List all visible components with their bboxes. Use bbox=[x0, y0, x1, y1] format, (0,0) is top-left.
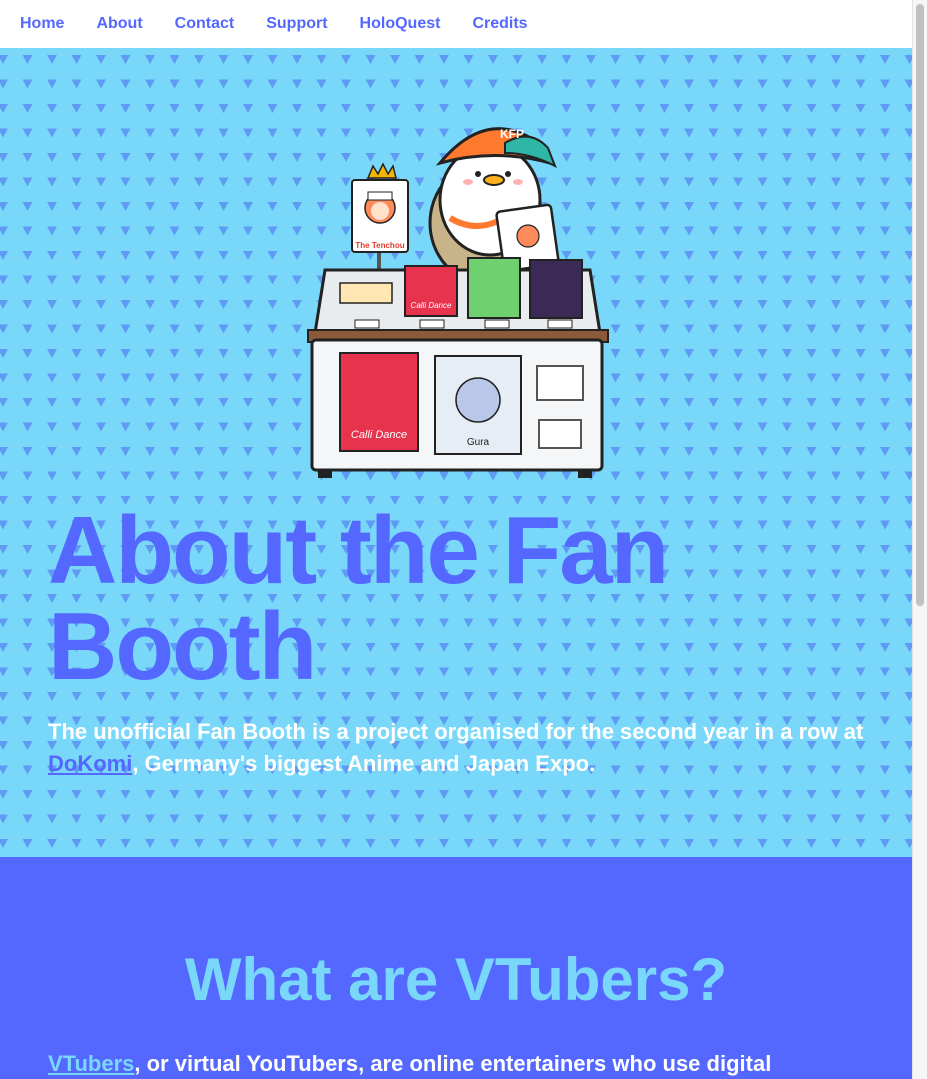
top-nav: Home About Contact Support HoloQuest Cre… bbox=[0, 0, 912, 48]
sign-text: The Tenchou bbox=[355, 241, 404, 250]
vtubers-title: What are VTubers? bbox=[184, 946, 728, 1013]
fan-booth-illustration: The Tenchou KFP Calli Dance Calli Dance … bbox=[307, 127, 609, 478]
book-label-1: Calli Dance bbox=[411, 301, 452, 310]
hero-title: About the Fan Booth bbox=[48, 497, 669, 700]
book-label-2: Calli Dance bbox=[351, 429, 407, 441]
scrollbar-thumb[interactable] bbox=[916, 4, 924, 606]
page-scrollbar[interactable] bbox=[912, 0, 927, 1079]
book-label-3: Gura bbox=[467, 437, 490, 448]
nav-about-link[interactable]: About bbox=[96, 15, 142, 33]
vtubers-section: What are VTubers? VTubers, or virtual Yo… bbox=[0, 857, 912, 1079]
vtubers-link[interactable]: VTubers bbox=[48, 1051, 134, 1076]
hero-description: The unofficial Fan Booth is a project or… bbox=[48, 716, 868, 780]
hero-text-before: The unofficial Fan Booth is a project or… bbox=[48, 719, 864, 744]
booth-counter: Calli Dance Calli Dance Gura bbox=[307, 257, 609, 478]
cap-text: KFP bbox=[500, 127, 524, 141]
page: Home About Contact Support HoloQuest Cre… bbox=[0, 0, 912, 1079]
nav-holoquest-link[interactable]: HoloQuest bbox=[360, 15, 441, 33]
vtubers-text: , or virtual YouTubers, are online enter… bbox=[134, 1051, 772, 1076]
hero-text-after: , Germany's biggest Anime and Japan Expo… bbox=[132, 751, 596, 776]
dokomi-link[interactable]: DoKomi bbox=[48, 751, 132, 776]
vtubers-description: VTubers, or virtual YouTubers, are onlin… bbox=[48, 1049, 868, 1079]
hero-section: The Tenchou KFP Calli Dance Calli Dance … bbox=[0, 48, 912, 857]
nav-credits-link[interactable]: Credits bbox=[472, 15, 527, 33]
nav-support-link[interactable]: Support bbox=[266, 15, 327, 33]
nav-home-link[interactable]: Home bbox=[20, 15, 64, 33]
nav-contact-link[interactable]: Contact bbox=[175, 15, 235, 33]
